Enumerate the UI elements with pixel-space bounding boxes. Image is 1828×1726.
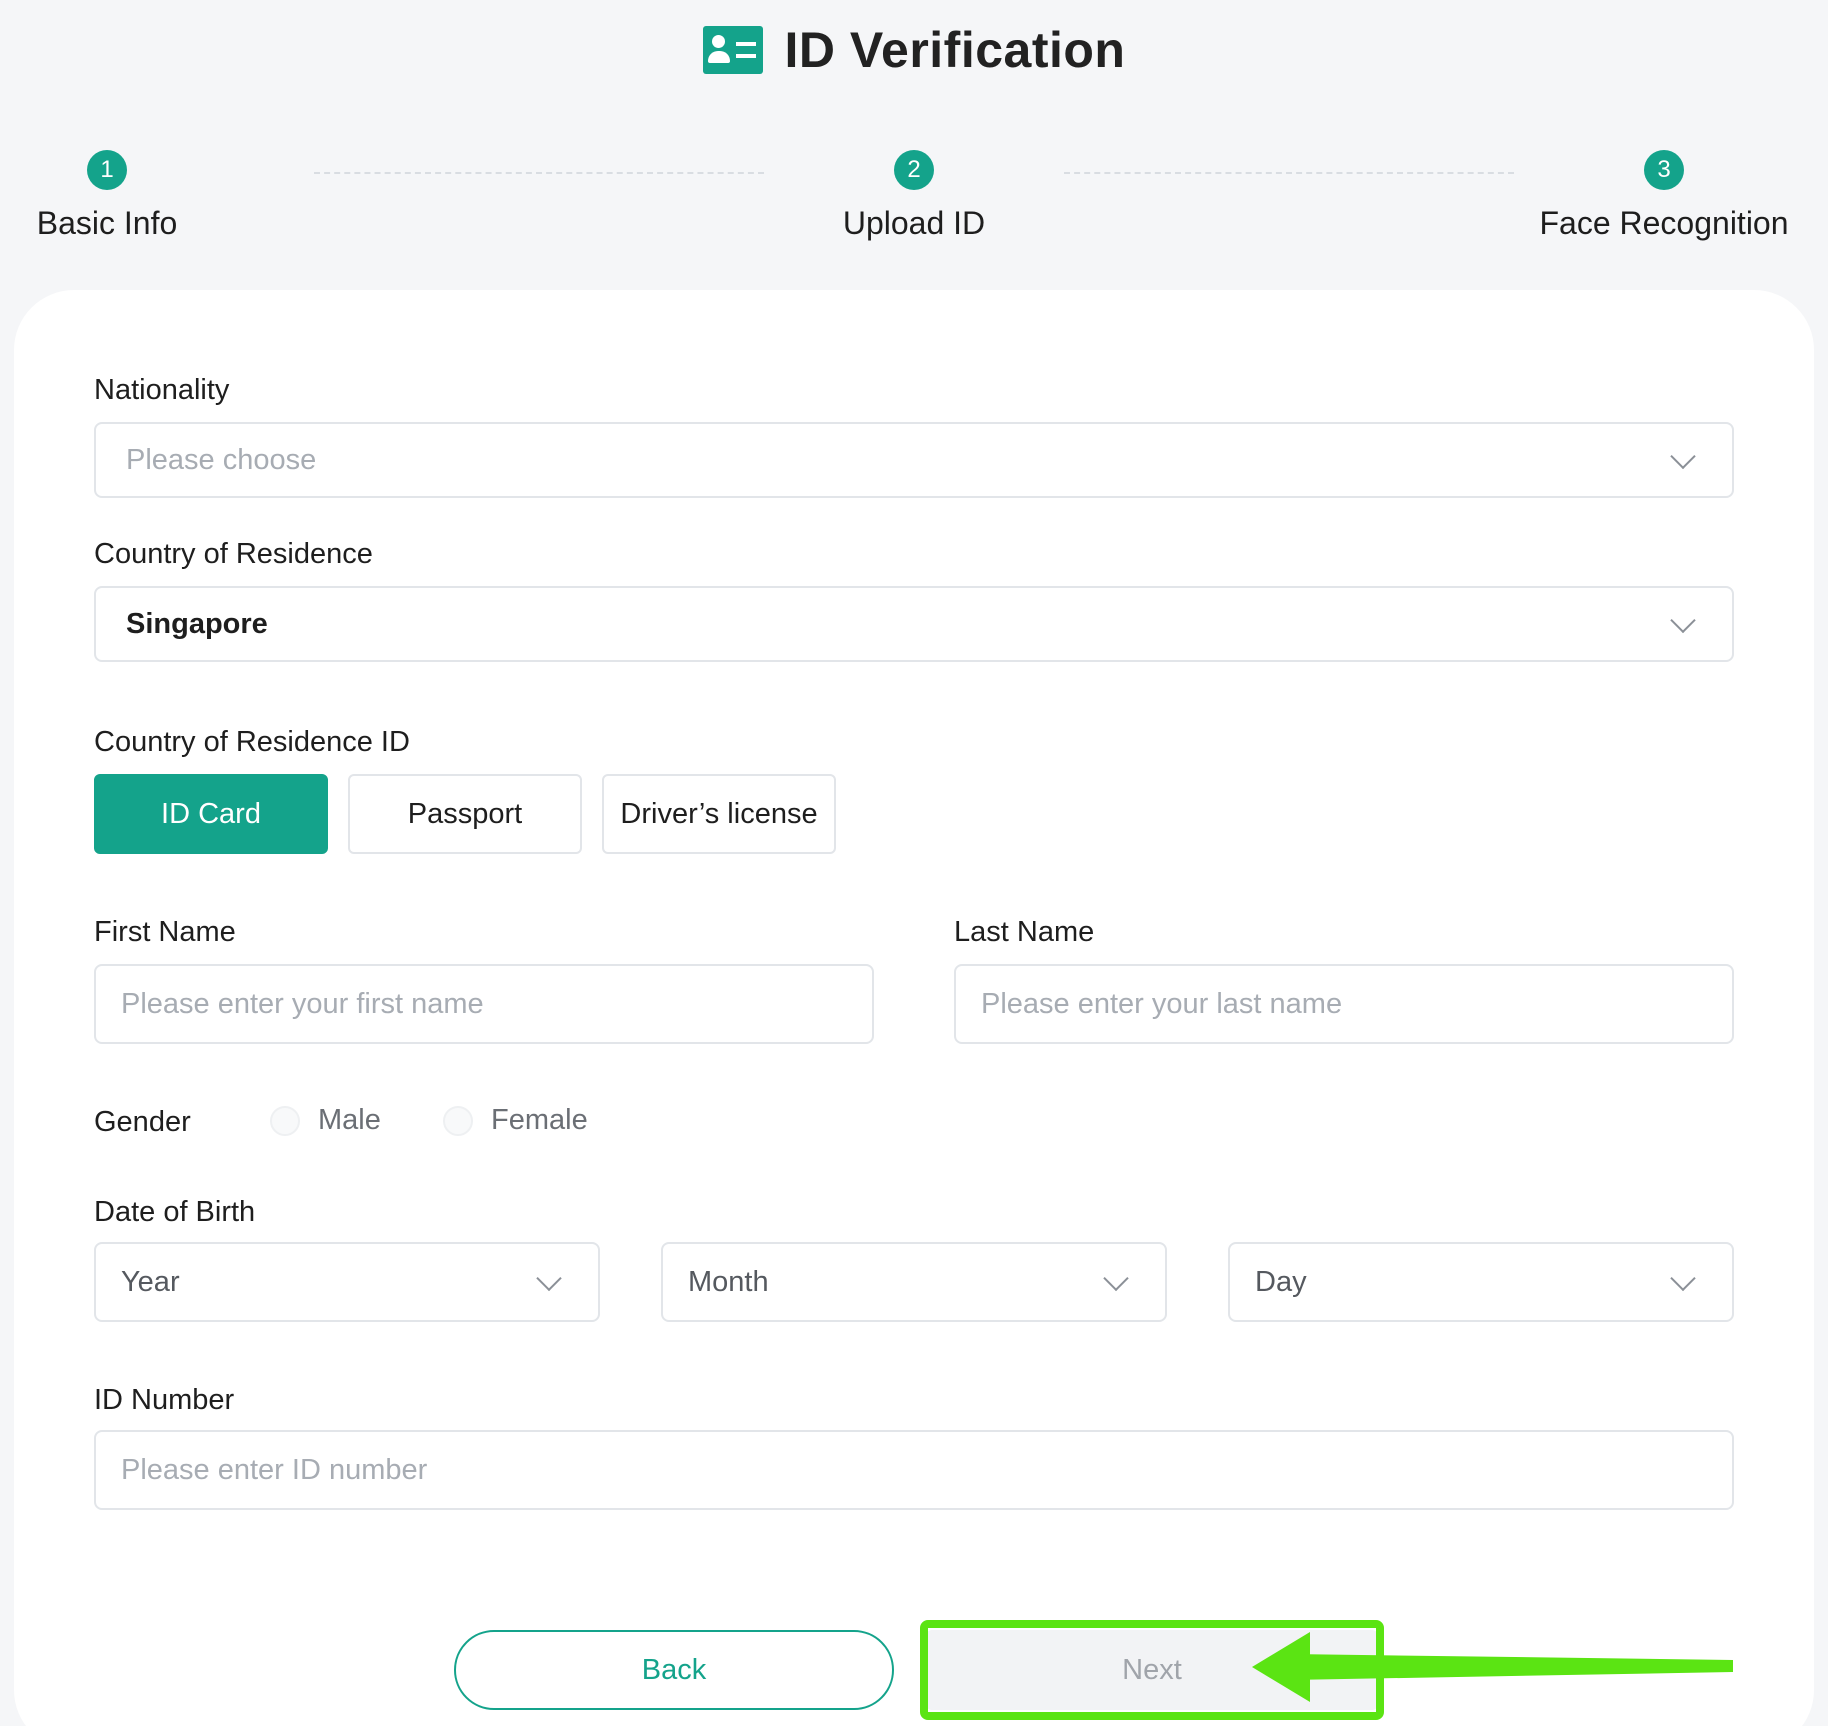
step-number: 2: [894, 150, 934, 190]
female-radio[interactable]: [443, 1106, 473, 1136]
page: ID Verification 1 Basic Info 2 Upload ID…: [0, 0, 1828, 1726]
page-title: ID Verification: [784, 22, 1126, 78]
step-face-recognition: 3 Face Recognition: [1514, 150, 1814, 242]
drivers-license-option[interactable]: Driver’s license: [602, 774, 836, 854]
residence-select[interactable]: Singapore: [94, 586, 1734, 662]
chevron-down-icon: [1103, 1265, 1129, 1292]
gender-label: Gender: [94, 1106, 191, 1138]
page-header: ID Verification: [0, 18, 1828, 82]
step-label: Face Recognition: [1539, 205, 1789, 241]
female-label[interactable]: Female: [491, 1104, 588, 1137]
step-basic-info: 1 Basic Info: [0, 150, 257, 242]
nationality-placeholder: Please choose: [126, 443, 317, 476]
first-name-input[interactable]: Please enter your first name: [94, 964, 874, 1044]
month-select[interactable]: Month: [661, 1242, 1167, 1322]
male-radio[interactable]: [270, 1106, 300, 1136]
male-label[interactable]: Male: [318, 1104, 381, 1137]
first-name-label: First Name: [94, 916, 236, 948]
step-label: Basic Info: [36, 205, 178, 241]
back-button[interactable]: Back: [454, 1630, 894, 1710]
last-name-input[interactable]: Please enter your last name: [954, 964, 1734, 1044]
residence-value: Singapore: [126, 607, 268, 640]
residence-label: Country of Residence: [94, 538, 373, 570]
id-card-icon: [702, 26, 763, 74]
chevron-down-icon: [536, 1265, 562, 1292]
id-card-option[interactable]: ID Card: [94, 774, 328, 854]
last-name-label: Last Name: [954, 916, 1095, 948]
day-select[interactable]: Day: [1228, 1242, 1734, 1322]
step-connector: [314, 172, 764, 174]
residence-id-label: Country of Residence ID: [94, 726, 410, 758]
step-label: Upload ID: [842, 205, 986, 241]
dob-label: Date of Birth: [94, 1196, 256, 1228]
chevron-down-icon: [1670, 607, 1696, 634]
id-number-placeholder: Please enter ID number: [121, 1453, 428, 1486]
first-name-placeholder: Please enter your first name: [121, 987, 484, 1020]
step-connector: [1064, 172, 1514, 174]
day-placeholder: Day: [1255, 1265, 1307, 1298]
step-number: 3: [1644, 150, 1684, 190]
chevron-down-icon: [1670, 1265, 1696, 1292]
id-number-input[interactable]: Please enter ID number: [94, 1430, 1734, 1510]
year-placeholder: Year: [121, 1265, 180, 1298]
month-placeholder: Month: [688, 1265, 769, 1298]
chevron-down-icon: [1670, 443, 1696, 470]
step-number: 1: [87, 150, 127, 190]
nationality-select[interactable]: Please choose: [94, 422, 1734, 498]
year-select[interactable]: Year: [94, 1242, 600, 1322]
passport-option[interactable]: Passport: [348, 774, 582, 854]
last-name-placeholder: Please enter your last name: [981, 987, 1343, 1020]
step-upload-id: 2 Upload ID: [764, 150, 1064, 242]
next-button[interactable]: Next: [926, 1630, 1378, 1710]
nationality-label: Nationality: [94, 374, 230, 406]
id-number-label: ID Number: [94, 1384, 235, 1416]
